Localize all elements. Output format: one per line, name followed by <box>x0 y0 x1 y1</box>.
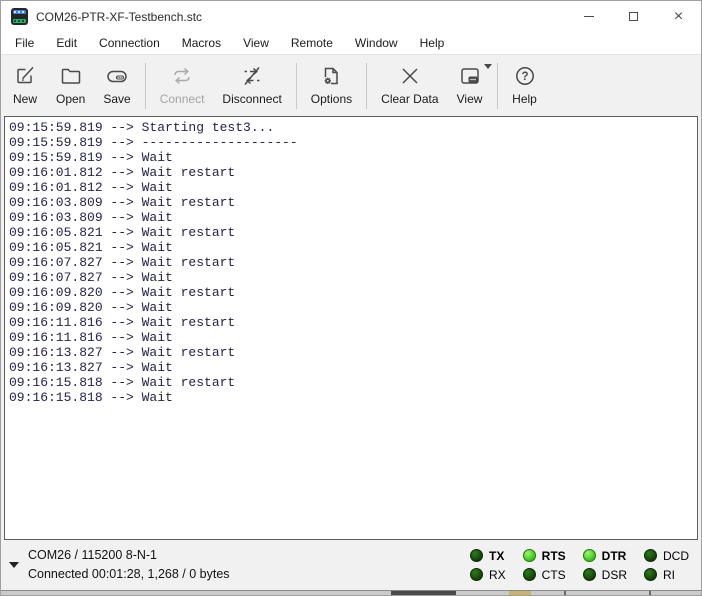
maximize-button[interactable] <box>611 1 656 32</box>
toolbar-separator <box>366 63 367 109</box>
connect-button: Connect <box>151 58 214 114</box>
disconnect-button[interactable]: Disconnect <box>213 58 290 114</box>
menubar: File Edit Connection Macros View Remote … <box>1 32 701 54</box>
rx-led-icon <box>470 568 483 581</box>
help-question-icon: ? <box>512 63 538 89</box>
menu-window[interactable]: Window <box>345 33 408 53</box>
open-button[interactable]: Open <box>47 58 94 114</box>
log-line: 09:16:09.820 --> Wait restart <box>9 285 697 300</box>
app-window: COM26-PTR-XF-Testbench.stc × File Edit C… <box>0 0 702 596</box>
view-button[interactable]: View <box>448 58 492 114</box>
rts-led-icon <box>523 549 536 562</box>
open-button-label: Open <box>56 92 85 106</box>
clear-data-button[interactable]: Clear Data <box>372 58 447 114</box>
dcd-led-icon <box>644 549 657 562</box>
options-button[interactable]: Options <box>302 58 361 114</box>
toolbar: New Open Save <box>1 54 701 116</box>
clear-x-icon <box>397 63 423 89</box>
led-dsr: DSR <box>583 568 627 582</box>
maximize-icon <box>629 12 638 21</box>
clear-data-button-label: Clear Data <box>381 92 438 106</box>
led-dtr: DTR <box>583 549 627 563</box>
port-settings-text: COM26 / 115200 8-N-1 <box>28 546 230 565</box>
menu-edit[interactable]: Edit <box>46 33 87 53</box>
view-window-icon <box>457 63 483 89</box>
log-line: 09:16:05.821 --> Wait restart <box>9 225 697 240</box>
log-line: 09:16:01.812 --> Wait <box>9 180 697 195</box>
log-line: 09:16:15.818 --> Wait restart <box>9 375 697 390</box>
cts-led-icon <box>523 568 536 581</box>
toolbar-separator <box>145 63 146 109</box>
status-expand-caret-icon[interactable] <box>9 562 19 568</box>
window-title: COM26-PTR-XF-Testbench.stc <box>36 10 566 24</box>
menu-help[interactable]: Help <box>410 33 455 53</box>
menu-remote[interactable]: Remote <box>281 33 343 53</box>
connect-icon <box>169 63 195 89</box>
log-line: 09:16:11.816 --> Wait restart <box>9 315 697 330</box>
view-button-label: View <box>457 92 483 106</box>
disconnect-icon <box>239 63 265 89</box>
menu-view[interactable]: View <box>233 33 279 53</box>
led-ri: RI <box>644 568 689 582</box>
menu-connection[interactable]: Connection <box>89 33 170 53</box>
log-area-frame: 09:15:59.819 --> Starting test3... 09:15… <box>1 116 701 540</box>
log-line: 09:16:13.827 --> Wait restart <box>9 345 697 360</box>
log-line: 09:15:59.819 --> Wait <box>9 150 697 165</box>
statusbar: COM26 / 115200 8-N-1 Connected 00:01:28,… <box>1 540 701 590</box>
menu-file[interactable]: File <box>5 33 44 53</box>
view-dropdown-caret-icon <box>484 64 492 69</box>
log-line: 09:16:01.812 --> Wait restart <box>9 165 697 180</box>
log-line: 09:16:07.827 --> Wait restart <box>9 255 697 270</box>
log-line: 09:16:11.816 --> Wait <box>9 330 697 345</box>
titlebar[interactable]: COM26-PTR-XF-Testbench.stc × <box>1 1 701 32</box>
disconnect-button-label: Disconnect <box>222 92 281 106</box>
svg-text:?: ? <box>521 71 528 83</box>
log-line: 09:15:59.819 --> -------------------- <box>9 135 697 150</box>
log-line: 09:16:09.820 --> Wait <box>9 300 697 315</box>
open-folder-icon <box>58 63 84 89</box>
log-line: 09:15:59.819 --> Starting test3... <box>9 120 697 135</box>
new-button[interactable]: New <box>3 58 47 114</box>
toolbar-separator <box>497 63 498 109</box>
app-icon <box>11 8 28 25</box>
log-line: 09:16:13.827 --> Wait <box>9 360 697 375</box>
close-icon: × <box>674 9 683 25</box>
dtr-led-icon <box>583 549 596 562</box>
minimize-icon <box>584 16 594 17</box>
terminal-log[interactable]: 09:15:59.819 --> Starting test3... 09:15… <box>4 116 698 540</box>
log-line: 09:16:03.809 --> Wait restart <box>9 195 697 210</box>
tx-led-icon <box>470 549 483 562</box>
led-rts: RTS <box>523 549 566 563</box>
connection-status-text: Connected 00:01:28, 1,268 / 0 bytes <box>28 565 230 584</box>
options-button-label: Options <box>311 92 352 106</box>
help-button-label: Help <box>512 92 537 106</box>
led-rx: RX <box>470 568 506 582</box>
save-drive-icon <box>104 63 130 89</box>
led-cts: CTS <box>523 568 566 582</box>
led-tx: TX <box>470 549 506 563</box>
new-button-label: New <box>13 92 37 106</box>
desktop-sliver <box>1 590 701 595</box>
ri-led-icon <box>644 568 657 581</box>
dsr-led-icon <box>583 568 596 581</box>
connect-button-label: Connect <box>160 92 205 106</box>
log-line: 09:16:15.818 --> Wait <box>9 390 697 405</box>
log-line: 09:16:07.827 --> Wait <box>9 270 697 285</box>
minimize-button[interactable] <box>566 1 611 32</box>
help-button[interactable]: ? Help <box>503 58 547 114</box>
save-button-label: Save <box>103 92 130 106</box>
options-gear-icon <box>318 63 344 89</box>
log-line: 09:16:05.821 --> Wait <box>9 240 697 255</box>
led-dcd: DCD <box>644 549 689 563</box>
save-button[interactable]: Save <box>94 58 139 114</box>
signal-led-panel: TX RTS DTR DCD RX CTS <box>470 549 689 582</box>
toolbar-separator <box>296 63 297 109</box>
new-file-icon <box>12 63 38 89</box>
log-line: 09:16:03.809 --> Wait <box>9 210 697 225</box>
menu-macros[interactable]: Macros <box>172 33 231 53</box>
close-button[interactable]: × <box>656 1 701 32</box>
